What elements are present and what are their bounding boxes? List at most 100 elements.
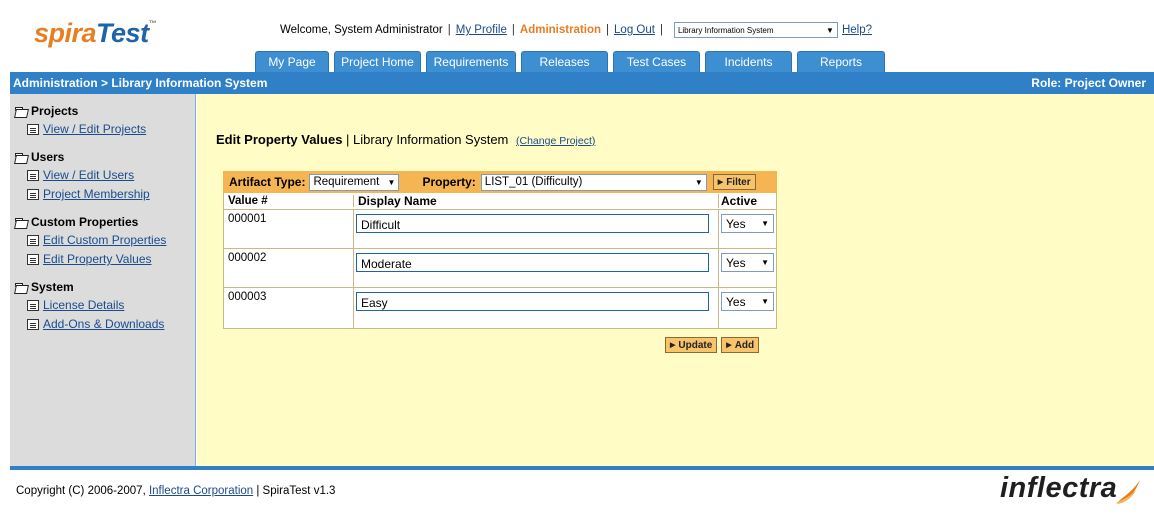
sidebar-item-add-ons-downloads[interactable]: Add-Ons & Downloads bbox=[27, 317, 195, 331]
play-icon: ▶ bbox=[670, 342, 676, 349]
active-select[interactable]: Yes ▼ bbox=[721, 253, 774, 272]
folder-icon bbox=[15, 282, 28, 292]
filter-button[interactable]: ▶ Filter bbox=[712, 174, 756, 190]
logo-part1: spira bbox=[34, 18, 97, 48]
page-icon bbox=[27, 188, 39, 200]
sidebar-section-projects: Projects View / Edit Projects bbox=[15, 104, 195, 136]
page-icon bbox=[27, 253, 39, 265]
tab-test-cases[interactable]: Test Cases bbox=[613, 51, 700, 72]
filter-bar: Artifact Type: Requirement ▼ Property: L… bbox=[223, 171, 777, 193]
active-value: Yes bbox=[726, 255, 746, 270]
sidebar-item-label[interactable]: Edit Property Values bbox=[43, 252, 152, 266]
display-name-cell: Moderate bbox=[354, 249, 719, 287]
display-name-input[interactable]: Easy bbox=[356, 292, 709, 311]
table-row: 000002 Moderate Yes ▼ bbox=[224, 249, 776, 288]
administration-link[interactable]: Administration bbox=[520, 24, 601, 36]
sidebar-item-view-edit-users[interactable]: View / Edit Users bbox=[27, 168, 195, 182]
chevron-down-icon: ▼ bbox=[826, 25, 834, 35]
tab-reports[interactable]: Reports bbox=[797, 51, 885, 72]
play-icon: ▶ bbox=[726, 342, 732, 349]
sidebar-item-view-edit-projects[interactable]: View / Edit Projects bbox=[27, 122, 195, 136]
active-value: Yes bbox=[726, 216, 746, 231]
tab-releases[interactable]: Releases bbox=[521, 51, 608, 72]
welcome-text: Welcome, System Administrator bbox=[280, 24, 443, 36]
tab-requirements[interactable]: Requirements bbox=[426, 51, 516, 72]
sidebar-item-edit-custom-properties[interactable]: Edit Custom Properties bbox=[27, 233, 195, 247]
active-cell: Yes ▼ bbox=[719, 249, 776, 287]
sidebar: Projects View / Edit Projects Users View… bbox=[10, 94, 196, 466]
folder-icon bbox=[15, 152, 28, 162]
logo-trademark: ™ bbox=[148, 19, 157, 28]
page-icon bbox=[27, 234, 39, 246]
chevron-down-icon: ▼ bbox=[761, 258, 769, 267]
logo-part2: Test bbox=[96, 18, 149, 48]
help-link[interactable]: Help? bbox=[842, 24, 872, 36]
page-title-project: Library Information System bbox=[353, 132, 509, 147]
sidebar-item-edit-property-values[interactable]: Edit Property Values bbox=[27, 252, 195, 266]
active-select[interactable]: Yes ▼ bbox=[721, 292, 774, 311]
separator: | bbox=[659, 24, 663, 36]
display-name-cell: Difficult bbox=[354, 210, 719, 248]
tab-my-page[interactable]: My Page bbox=[255, 51, 329, 72]
property-select[interactable]: LIST_01 (Difficulty) ▼ bbox=[480, 173, 707, 191]
property-value: LIST_01 (Difficulty) bbox=[484, 176, 583, 188]
spiratest-logo[interactable]: spiraTest™ bbox=[34, 18, 157, 49]
main-tabs: My Page Project Home Requirements Releas… bbox=[255, 51, 885, 72]
sidebar-item-label[interactable]: License Details bbox=[43, 298, 124, 312]
chevron-down-icon: ▼ bbox=[694, 177, 703, 187]
update-button[interactable]: ▶ Update bbox=[665, 337, 718, 353]
sidebar-section-system: System License Details Add-Ons & Downloa… bbox=[15, 280, 195, 331]
chevron-down-icon: ▼ bbox=[387, 177, 396, 187]
display-name-cell: Easy bbox=[354, 288, 719, 328]
main-content: Edit Property Values | Library Informati… bbox=[197, 94, 1154, 466]
sidebar-item-label[interactable]: Edit Custom Properties bbox=[43, 233, 166, 247]
display-name-input[interactable]: Difficult bbox=[356, 214, 709, 233]
page-icon bbox=[27, 169, 39, 181]
change-project-link[interactable]: (Change Project) bbox=[516, 135, 595, 147]
section-label: System bbox=[31, 280, 74, 294]
footer-divider bbox=[10, 466, 1154, 470]
separator: | bbox=[606, 24, 610, 36]
table-row: 000003 Easy Yes ▼ bbox=[224, 288, 776, 328]
table-actions: ▶ Update ▶ Add bbox=[665, 337, 760, 353]
sidebar-section-title: Users bbox=[15, 150, 195, 164]
tab-project-home[interactable]: Project Home bbox=[334, 51, 421, 72]
chevron-down-icon: ▼ bbox=[761, 219, 769, 228]
my-profile-link[interactable]: My Profile bbox=[456, 24, 507, 36]
sidebar-item-label[interactable]: View / Edit Users bbox=[43, 168, 134, 182]
role-label: Role: Project Owner bbox=[1031, 76, 1146, 90]
add-button[interactable]: ▶ Add bbox=[721, 337, 760, 353]
log-out-link[interactable]: Log Out bbox=[614, 24, 655, 36]
page-title: Edit Property Values | Library Informati… bbox=[216, 132, 595, 147]
display-name-input[interactable]: Moderate bbox=[356, 253, 709, 272]
project-select[interactable]: Library Information System ▼ bbox=[673, 22, 838, 38]
footer-copyright: Copyright (C) 2006-2007, Inflectra Corpo… bbox=[16, 485, 335, 497]
active-cell: Yes ▼ bbox=[719, 288, 776, 328]
project-select-value: Library Information System bbox=[677, 25, 774, 35]
value-cell: 000003 bbox=[224, 288, 354, 328]
sidebar-item-label[interactable]: Project Membership bbox=[43, 187, 150, 201]
artifact-type-select[interactable]: Requirement ▼ bbox=[309, 173, 400, 191]
active-select[interactable]: Yes ▼ bbox=[721, 214, 774, 233]
filter-button-label: Filter bbox=[726, 176, 751, 188]
sidebar-item-label[interactable]: Add-Ons & Downloads bbox=[43, 317, 164, 331]
title-bar: Administration > Library Information Sys… bbox=[10, 72, 1154, 94]
play-icon: ▶ bbox=[717, 179, 724, 186]
property-values-table: Value # Display Name Active 000001 Diffi… bbox=[223, 193, 777, 329]
artifact-type-value: Requirement bbox=[313, 176, 380, 188]
sidebar-item-label[interactable]: View / Edit Projects bbox=[43, 122, 146, 136]
page-icon bbox=[27, 123, 39, 135]
sidebar-item-license-details[interactable]: License Details bbox=[27, 298, 195, 312]
section-label: Projects bbox=[31, 104, 79, 118]
tab-incidents[interactable]: Incidents bbox=[705, 51, 792, 72]
version-text: | SpiraTest v1.3 bbox=[256, 485, 336, 497]
flame-icon bbox=[1116, 480, 1140, 504]
section-label: Users bbox=[31, 150, 65, 164]
breadcrumb: Administration > Library Information Sys… bbox=[13, 76, 268, 90]
top-navigation: Welcome, System Administrator | My Profi… bbox=[280, 22, 872, 38]
add-button-label: Add bbox=[734, 339, 755, 351]
sidebar-section-users: Users View / Edit Users Project Membersh… bbox=[15, 150, 195, 201]
separator: | bbox=[511, 24, 515, 36]
company-link[interactable]: Inflectra Corporation bbox=[149, 485, 253, 497]
sidebar-item-project-membership[interactable]: Project Membership bbox=[27, 187, 195, 201]
